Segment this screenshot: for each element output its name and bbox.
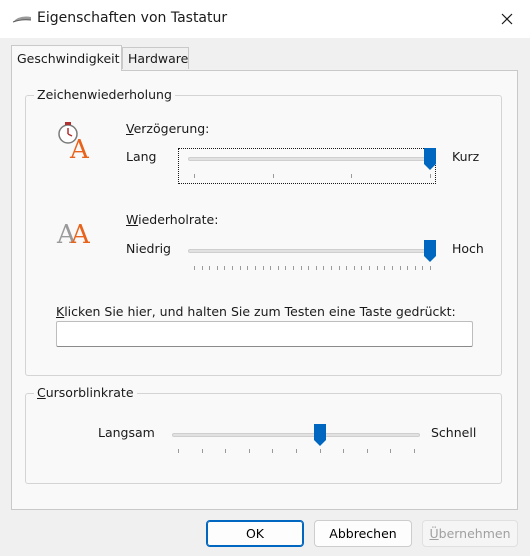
slider-tick (351, 174, 352, 178)
test-label: Klicken Sie hier, und halten Sie zum Tes… (56, 304, 456, 319)
slider-tick (202, 266, 203, 270)
rate-slider-ticks (194, 266, 431, 272)
slider-tick (392, 266, 393, 270)
slider-tick (354, 266, 355, 270)
slider-tick (361, 266, 362, 270)
slider-tick (249, 449, 250, 453)
slider-tick (320, 449, 321, 453)
slider-tick (178, 449, 179, 453)
cursor-group-label: Cursorblinkrate (34, 385, 137, 400)
keyboard-properties-dialog: Eigenschaften von Tastatur Geschwindigke… (0, 0, 530, 556)
slider-tick (346, 266, 347, 270)
slider-tick (225, 449, 226, 453)
slider-tick (240, 266, 241, 270)
tab-label: Hardware (128, 51, 189, 66)
slider-tick (272, 449, 273, 453)
slider-tick (415, 266, 416, 270)
keyboard-icon (12, 16, 32, 23)
slider-tick (430, 174, 431, 178)
slider-tick (301, 266, 302, 270)
delay-max-label: Kurz (452, 149, 480, 164)
close-button[interactable] (484, 0, 530, 38)
cursor-slider-ticks (178, 449, 415, 455)
rate-label: Wiederholrate: (126, 212, 219, 227)
slider-tick (293, 266, 294, 270)
cursor-slider-thumb[interactable] (314, 424, 326, 446)
tab-geschwindigkeit[interactable]: Geschwindigkeit (11, 45, 122, 71)
rate-slider-track[interactable] (188, 249, 436, 253)
tab-label: Geschwindigkeit (17, 51, 120, 66)
slider-tick (390, 449, 391, 453)
slider-tick (278, 266, 279, 270)
tab-hardware[interactable]: Hardware (122, 47, 189, 69)
slider-tick (316, 266, 317, 270)
slider-tick (247, 266, 248, 270)
slider-tick (384, 266, 385, 270)
slider-tick (232, 266, 233, 270)
rate-max-label: Hoch (452, 241, 484, 256)
rate-min-label: Niedrig (126, 241, 171, 256)
slider-tick (209, 266, 210, 270)
rate-slider-thumb[interactable] (424, 240, 436, 262)
cancel-button[interactable]: Abbrechen (314, 520, 412, 547)
svg-text:A: A (69, 135, 90, 161)
slider-tick (339, 266, 340, 270)
repeat-group-label: Zeichenwiederholung (34, 87, 175, 102)
slider-tick (430, 266, 431, 270)
slider-tick (285, 266, 286, 270)
ok-button[interactable]: OK (206, 520, 304, 547)
slider-tick (323, 266, 324, 270)
cursor-max-label: Schnell (431, 425, 477, 440)
title-bar: Eigenschaften von Tastatur (0, 0, 530, 38)
slider-tick (377, 266, 378, 270)
double-letter-a-icon: A A (56, 220, 91, 247)
delay-slider-track[interactable] (188, 157, 436, 161)
slider-tick (273, 174, 274, 178)
svg-text:A: A (70, 220, 91, 247)
slider-tick (407, 266, 408, 270)
delay-slider-ticks (194, 174, 431, 180)
slider-tick (202, 449, 203, 453)
slider-tick (263, 266, 264, 270)
slider-tick (296, 449, 297, 453)
window-title: Eigenschaften von Tastatur (37, 10, 228, 26)
cursor-min-label: Langsam (98, 425, 155, 440)
slider-tick (194, 266, 195, 270)
slider-tick (414, 449, 415, 453)
slider-tick (367, 449, 368, 453)
slider-tick (422, 266, 423, 270)
slider-tick (194, 174, 195, 178)
slider-tick (224, 266, 225, 270)
slider-tick (308, 266, 309, 270)
slider-tick (400, 266, 401, 270)
cursor-slider-track[interactable] (172, 433, 420, 437)
slider-tick (255, 266, 256, 270)
slider-tick (343, 449, 344, 453)
slider-tick (217, 266, 218, 270)
test-input[interactable] (56, 321, 473, 347)
close-icon (501, 13, 513, 25)
clock-letter-a-icon: A (58, 122, 90, 161)
delay-min-label: Lang (126, 149, 157, 164)
slider-tick (331, 266, 332, 270)
delay-label: Verzögerung: (126, 121, 210, 136)
slider-tick (369, 266, 370, 270)
apply-button[interactable]: Übernehmen (422, 520, 518, 547)
tab-panel: Zeichenwiederholung A Verzögerung: Lang … (11, 70, 518, 510)
slider-tick (270, 266, 271, 270)
delay-slider-thumb[interactable] (424, 148, 436, 170)
